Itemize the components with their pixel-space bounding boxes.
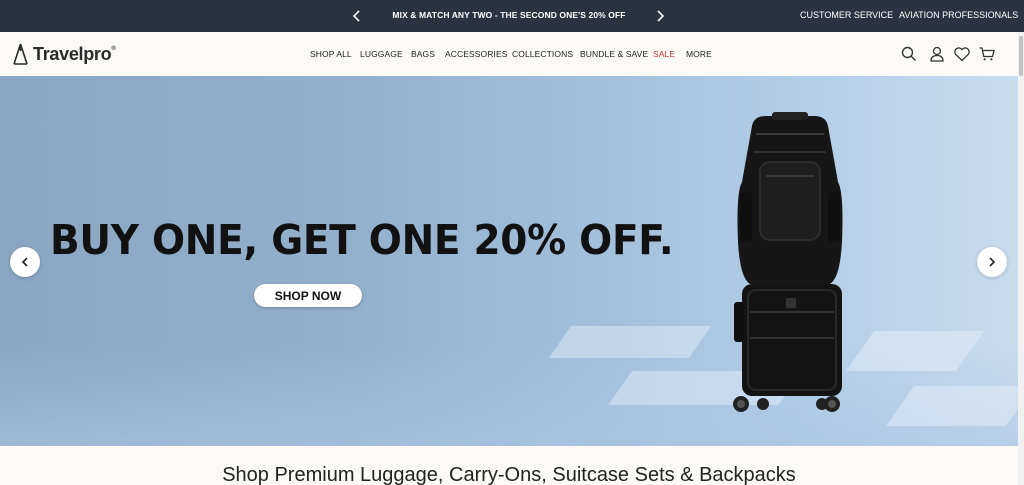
scrollbar-thumb[interactable]	[1019, 36, 1023, 76]
travelpro-logo[interactable]: Travelpro®	[12, 42, 116, 66]
section-heading: Shop Premium Luggage, Carry-Ons, Suitcas…	[222, 464, 796, 485]
chevron-right-icon[interactable]	[652, 8, 668, 24]
logo-text: Travelpro	[33, 43, 112, 64]
promo-bar: MIX & MATCH ANY TWO - THE SECOND ONE'S 2…	[0, 0, 1024, 32]
logo-registered-mark: ®	[111, 45, 116, 52]
nav-luggage[interactable]: LUGGAGE	[360, 49, 403, 59]
hero-prev-button[interactable]	[10, 247, 40, 277]
promo-message[interactable]: MIX & MATCH ANY TWO - THE SECOND ONE'S 2…	[380, 10, 638, 20]
customer-service-link[interactable]: CUSTOMER SERVICE	[800, 10, 893, 20]
hero-banner: BUY ONE, GET ONE 20% OFF. SHOP NOW	[0, 76, 1018, 446]
page: MIX & MATCH ANY TWO - THE SECOND ONE'S 2…	[0, 0, 1024, 485]
account-icon[interactable]	[928, 45, 946, 63]
nav-bags[interactable]: BAGS	[411, 49, 435, 59]
page-scrollbar[interactable]	[1018, 32, 1024, 485]
nav-accessories[interactable]: ACCESSORIES	[445, 49, 508, 59]
hero-next-button[interactable]	[977, 247, 1007, 277]
light-patch	[548, 326, 712, 358]
nav-shop-all[interactable]: SHOP ALL	[310, 49, 352, 59]
nav-sale[interactable]: SALE	[653, 49, 675, 59]
cart-icon[interactable]	[978, 45, 996, 63]
aviation-professionals-link[interactable]: AVIATION PROFESSIONALS	[899, 10, 1018, 20]
chevron-left-icon	[21, 257, 28, 267]
nav-collections[interactable]: COLLECTIONS	[512, 49, 573, 59]
logo-wordmark: Travelpro®	[33, 43, 116, 65]
site-header: Travelpro® SHOP ALL LUGGAGE BAGS ACCESSO…	[0, 32, 1018, 76]
chevron-left-icon[interactable]	[349, 8, 365, 24]
hero-headline: BUY ONE, GET ONE 20% OFF.	[50, 216, 674, 264]
shop-now-button[interactable]: SHOP NOW	[254, 284, 362, 307]
search-icon[interactable]	[900, 45, 918, 63]
luggage-product-image	[733, 112, 843, 412]
nav-more[interactable]: MORE	[686, 49, 712, 59]
wishlist-heart-icon[interactable]	[953, 45, 971, 63]
nav-bundle-save[interactable]: BUNDLE & SAVE	[580, 49, 648, 59]
travelpro-logo-icon	[13, 43, 28, 65]
chevron-right-icon	[989, 257, 996, 267]
